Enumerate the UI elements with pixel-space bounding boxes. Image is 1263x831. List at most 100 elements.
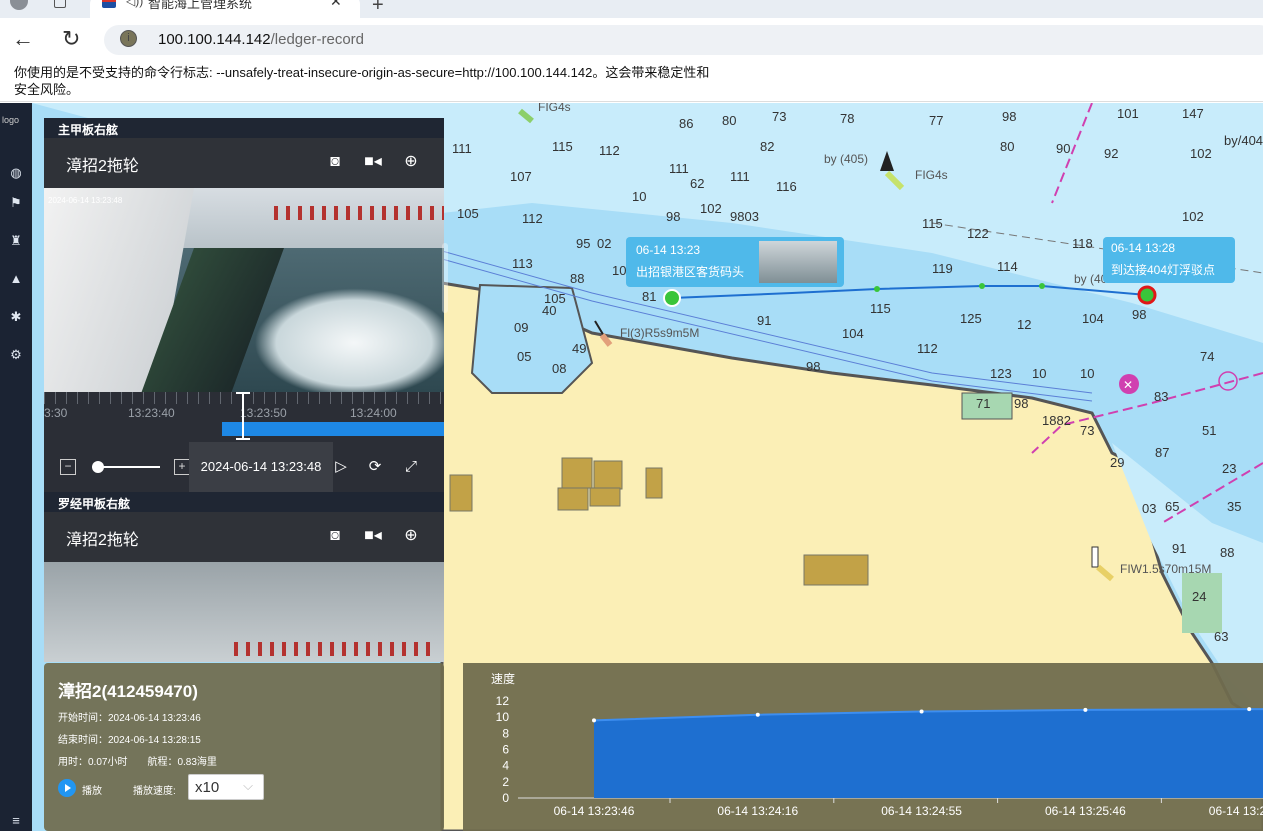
svg-text:83: 83 [1154,389,1168,404]
helm-icon[interactable]: ⚙ [8,347,24,363]
lighthouse-icon[interactable]: ♜ [8,233,24,249]
fullscreen-icon[interactable]: ⤢ [400,456,422,478]
svg-text:111: 111 [669,161,689,176]
duration-row: 用时：0.07小时 航程：0.83海里 [58,757,217,768]
svg-text:111: 111 [730,169,750,184]
svg-text:9803: 9803 [730,209,759,224]
start-popup-thumbnail [759,241,837,283]
zoom-in-icon[interactable]: ⊕ [400,152,422,172]
app-root: ✕ 86 80 73 78 77 98 101 147 82 80 90 92 102 by/404… [0,103,1263,831]
building [589,487,621,507]
menu-icon[interactable]: ≡ [8,813,24,829]
light-label: FIW1.5s70m15M [1120,562,1211,576]
sidebar: logo ◍ ⚑ ♜ ▲ ✱ ⚙ ≡ [0,103,32,831]
svg-text:112: 112 [522,211,543,226]
close-tab-icon[interactable]: ✕ [330,0,342,10]
reload-icon[interactable]: ↻ [62,26,80,52]
speed-chart-svg: 速度 0 2 4 6 8 10 12 06-14 13:23:46 06-14 13:24:16 0… [491,671,1263,818]
video-record-icon[interactable]: ■◂ [362,526,384,546]
video-record-icon[interactable]: ■◂ [362,152,384,172]
camera-video-1[interactable]: 2024-06-14 13:23:48 [44,188,444,392]
y-tick-label: 12 [496,694,510,708]
browser-tabbar: ◁)) 智能海上管理系统 ✕ + [0,0,1263,18]
globe-icon[interactable]: ◍ [8,165,24,181]
y-tick-label: 2 [502,775,509,789]
buoy-label: by (405) [824,152,868,166]
profile-avatar-icon[interactable] [10,0,28,10]
camera-location: 主甲板右舷 [44,118,444,138]
route-end-marker-icon[interactable] [1137,285,1157,305]
svg-text:119: 119 [932,261,953,276]
svg-text:123: 123 [990,366,1012,381]
camera-icon[interactable]: ◙ [324,526,346,546]
route-start-marker-icon[interactable] [663,289,681,307]
route-end-popup[interactable]: 06-14 13:28 到达接404灯浮驳点 [1103,237,1235,283]
svg-text:80: 80 [1000,139,1014,154]
play-label[interactable]: 播放 [82,782,102,797]
replay-icon[interactable]: ⟳ [364,456,386,478]
vessel-name: 漳招2(412459470) [58,682,198,701]
y-tick-label: 10 [496,710,510,724]
camera-panel-2: 罗经甲板右舷 漳招2拖轮 ◙ ■◂ ⊕ [44,492,444,662]
svg-text:40: 40 [542,303,556,318]
logo: logo [2,115,20,125]
video-osd-timestamp: 2024-06-14 13:23:48 [48,196,123,205]
end-time-row: 结束时间：2024-06-14 13:28:15 [58,735,201,746]
zoom-in-icon[interactable]: ⊕ [400,526,422,546]
tab-title: 智能海上管理系统 [148,0,253,11]
svg-text:112: 112 [599,143,620,158]
svg-text:112: 112 [917,341,938,356]
flag-icon[interactable]: ⚑ [8,195,24,211]
building [449,474,473,512]
svg-text:10: 10 [1032,366,1046,381]
x-tick-label: 06-14 13:24:55 [881,804,962,818]
route-start-popup[interactable]: 06-14 13:23 出招银港区客货码头 [626,237,844,287]
camera-video-2[interactable] [44,562,444,662]
favicon-icon [102,0,116,8]
play-button-icon[interactable] [58,779,76,797]
light-label: Fl(3)R5s9m5M [620,326,699,340]
url-field[interactable]: i 100.100.144.142/ledger-record [104,25,1263,55]
svg-text:98: 98 [806,359,820,374]
zoom-out-timeline-button[interactable]: − [60,459,76,475]
warning-icon[interactable]: ▲ [8,271,24,287]
speaker-icon[interactable]: ◁)) [126,0,143,8]
svg-text:80: 80 [722,113,736,128]
end-popup-time: 06-14 13:28 [1111,241,1176,255]
zoom-in-timeline-button[interactable]: + [174,459,190,475]
svg-text:81: 81 [642,289,656,304]
frame-step-icon[interactable]: ▷ [330,456,352,478]
svg-text:12: 12 [1017,317,1031,332]
camera-vessel: 漳招2拖轮 [66,158,139,175]
panel-scrollbar[interactable] [442,243,448,313]
y-tick-label: 4 [502,759,509,773]
svg-text:by/404: by/404 [1224,133,1263,148]
svg-text:24: 24 [1192,589,1206,604]
svg-text:62: 62 [690,176,704,191]
building [557,487,589,511]
back-icon[interactable]: ← [12,26,34,52]
new-tab-icon[interactable]: + [372,0,384,17]
svg-text:87: 87 [1155,445,1169,460]
x-tick-label: 06-14 13:25:46 [1045,804,1126,818]
svg-text:95: 95 [576,236,590,251]
track-point [874,286,880,292]
start-time-row: 开始时间：2024-06-14 13:23:46 [58,713,201,724]
playback-speed-select[interactable]: x10 ⌵ [188,774,264,800]
svg-text:10: 10 [632,189,646,204]
svg-text:88: 88 [1220,545,1234,560]
warning-line-2: 安全风险。 [14,82,80,97]
tab-actions-icon[interactable] [54,0,66,8]
svg-text:104: 104 [842,326,864,341]
playback-timeline[interactable]: 3:30 13:23:40 13:23:50 13:24:00 [44,392,444,442]
fan-icon[interactable]: ✱ [8,309,24,325]
y-tick-label: 8 [502,726,509,740]
speed-point [592,718,596,723]
speed-point [1247,707,1252,712]
timeline-zoom-knob[interactable] [92,461,104,473]
camera-icon[interactable]: ◙ [324,152,346,172]
browser-tab[interactable]: ◁)) 智能海上管理系统 ✕ [90,0,360,18]
playback-controls: − + 2024-06-14 13:23:48 ▷ ⟳ ⤢ [44,442,444,492]
site-info-icon[interactable]: i [120,30,137,47]
playhead[interactable] [236,392,250,440]
